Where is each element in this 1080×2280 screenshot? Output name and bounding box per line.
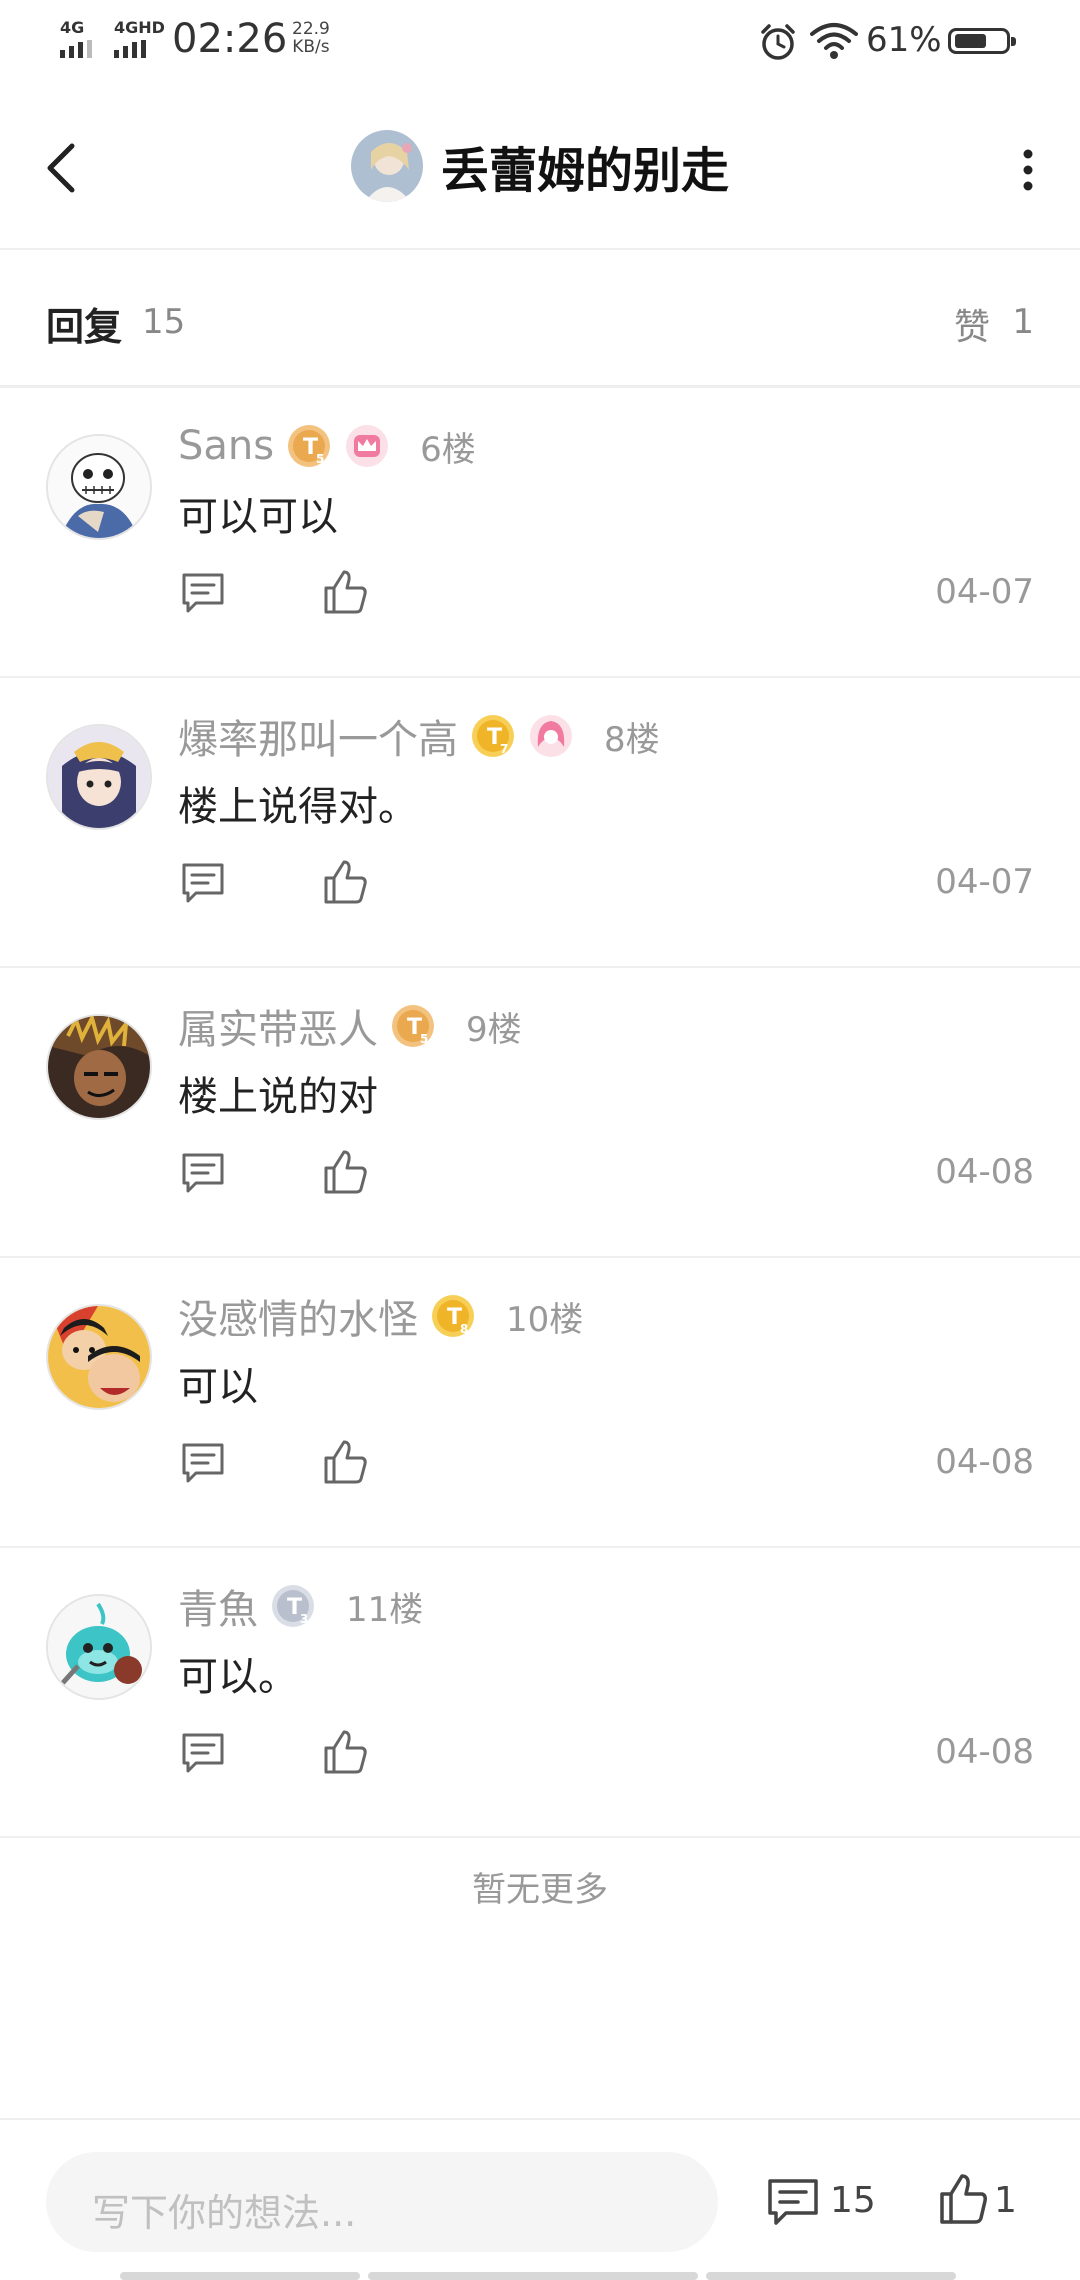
floor-number: 9楼 xyxy=(466,1009,522,1050)
wifi-icon xyxy=(810,23,858,59)
level-badge-icon: T 7 xyxy=(472,715,514,757)
comment-item: 青魚 T 3 11楼 可以。 04-08 xyxy=(0,1548,1080,1838)
crown-badge-icon xyxy=(346,425,389,467)
like-icon[interactable] xyxy=(938,2172,988,2226)
comment-input[interactable]: 写下你的想法... xyxy=(46,2152,718,2252)
svg-text:7: 7 xyxy=(500,742,508,756)
thumbs-up-icon[interactable] xyxy=(322,858,368,906)
reply-icon[interactable] xyxy=(180,1150,226,1196)
user-avatar[interactable] xyxy=(46,724,152,830)
username[interactable]: 没感情的水怪 xyxy=(178,1287,418,1345)
top-header: 丢蕾姆的别走 xyxy=(0,84,1080,250)
reply-icon[interactable] xyxy=(180,860,226,906)
post-author-avatar[interactable] xyxy=(350,130,423,202)
reply-summary-bar: 回复 15 赞 1 xyxy=(0,250,1080,388)
alarm-icon xyxy=(761,24,795,60)
reply-label: 回复 xyxy=(46,305,123,349)
floor-number: 8楼 xyxy=(604,719,660,760)
comment-item: Sans T 5 6楼 可以可以 04-07 xyxy=(0,388,1080,678)
user-avatar[interactable] xyxy=(46,434,152,540)
network-speed: 22.9 KB/s xyxy=(292,20,330,56)
level-badge-icon: T 5 xyxy=(392,1005,434,1047)
bottom-like-count: 1 xyxy=(994,2180,1017,2221)
floor-number: 11楼 xyxy=(346,1589,424,1630)
comment-input-placeholder: 写下你的想法... xyxy=(92,2191,357,2235)
username[interactable]: 青魚 xyxy=(178,1577,258,1635)
battery-icon xyxy=(948,28,1016,54)
user-line: Sans T 5 6楼 xyxy=(178,418,476,474)
thumbs-up-icon[interactable] xyxy=(322,1438,368,1486)
comment-date: 04-07 xyxy=(935,862,1034,902)
user-line: 没感情的水怪 T 8 10楼 xyxy=(178,1288,583,1344)
bottom-action-bar: 写下你的想法... 15 1 xyxy=(0,2118,1080,2280)
user-avatar[interactable] xyxy=(46,1014,152,1120)
comment-item: 爆率那叫一个高 T 7 8楼 楼上说得对。 04-07 xyxy=(0,678,1080,968)
comment-date: 04-08 xyxy=(935,1442,1034,1482)
user-avatar[interactable] xyxy=(46,1304,152,1410)
network-speed-unit: KB/s xyxy=(292,37,330,57)
level-badge-icon: T 5 xyxy=(288,425,331,467)
comment-item: 属实带恶人 T 5 9楼 楼上说的对 04-08 xyxy=(0,968,1080,1258)
svg-text:5: 5 xyxy=(316,452,324,466)
user-line: 属实带恶人 T 5 9楼 xyxy=(178,998,522,1054)
thumbs-up-icon[interactable] xyxy=(322,568,368,616)
status-time: 02:26 xyxy=(172,16,288,62)
comment-date: 04-08 xyxy=(935,1152,1034,1192)
reply-icon[interactable] xyxy=(180,570,226,616)
user-avatar[interactable] xyxy=(46,1594,152,1700)
comment-count-icon[interactable] xyxy=(766,2176,820,2228)
no-more-text: 暂无更多 xyxy=(472,1870,608,1910)
comment-text: 可以 xyxy=(178,1364,258,1410)
network-speed-value: 22.9 xyxy=(292,19,330,39)
thumbs-up-icon[interactable] xyxy=(322,1728,368,1776)
like-count: 1 xyxy=(1012,302,1034,342)
thumbs-up-icon[interactable] xyxy=(322,1148,368,1196)
comment-text: 楼上说的对 xyxy=(178,1074,378,1120)
comment-date: 04-08 xyxy=(935,1732,1034,1772)
username[interactable]: 爆率那叫一个高 xyxy=(178,707,458,765)
svg-text:5: 5 xyxy=(420,1032,428,1046)
level-badge-icon: T 3 xyxy=(272,1585,314,1627)
svg-text:8: 8 xyxy=(460,1322,468,1336)
user-line: 爆率那叫一个高 T 7 8楼 xyxy=(178,708,660,764)
reply-icon[interactable] xyxy=(180,1730,226,1776)
comment-text: 可以可以 xyxy=(178,494,338,540)
reply-icon[interactable] xyxy=(180,1440,226,1486)
comment-text: 楼上说得对。 xyxy=(178,784,418,830)
username[interactable]: 属实带恶人 xyxy=(178,997,378,1055)
pink-avatar-badge-icon xyxy=(530,715,572,757)
comment-text: 可以。 xyxy=(178,1654,298,1700)
signal-label-sim1: 4G xyxy=(60,18,85,37)
username[interactable]: Sans xyxy=(178,423,274,469)
like-label[interactable]: 赞 xyxy=(954,298,990,350)
bottom-reply-count: 15 xyxy=(830,2180,876,2221)
floor-number: 10楼 xyxy=(506,1299,584,1340)
signal-label-sim2: 4GHD xyxy=(114,18,165,37)
svg-text:3: 3 xyxy=(300,1612,308,1626)
reply-count: 15 xyxy=(142,302,186,342)
comment-date: 04-07 xyxy=(935,572,1034,612)
more-options-icon[interactable] xyxy=(1016,144,1040,196)
comment-item: 没感情的水怪 T 8 10楼 可以 04-08 xyxy=(0,1258,1080,1548)
title-group: 丢蕾姆的别走 xyxy=(0,130,1080,202)
gesture-bar xyxy=(120,2272,960,2280)
status-bar: 4G 4GHD 02:26 22.9 KB/s 61% xyxy=(0,0,1080,84)
level-badge-icon: T 8 xyxy=(432,1295,474,1337)
page-title: 丢蕾姆的别走 xyxy=(440,143,729,199)
floor-number: 6楼 xyxy=(420,429,476,470)
user-line: 青魚 T 3 11楼 xyxy=(178,1578,423,1634)
battery-percent: 61% xyxy=(866,20,942,60)
